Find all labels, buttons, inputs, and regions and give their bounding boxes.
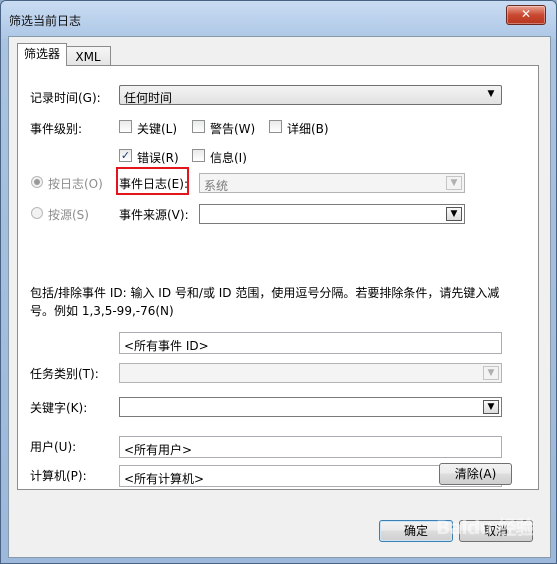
error-highlight-box bbox=[116, 167, 189, 195]
event-logs-value: 系统 bbox=[204, 179, 229, 193]
by-source-label: 按源(S) bbox=[48, 208, 89, 222]
tab-filter[interactable]: 筛选器 bbox=[17, 43, 67, 66]
by-source-radio[interactable] bbox=[31, 207, 43, 219]
computer-value: <所有计算机> bbox=[124, 472, 205, 486]
chevron-down-icon: ▼ bbox=[487, 89, 495, 99]
keywords-select[interactable]: ▼ bbox=[119, 397, 502, 417]
user-value: <所有用户> bbox=[124, 443, 193, 457]
verbose-checkbox[interactable] bbox=[269, 120, 282, 133]
filter-panel: 记录时间(G): 任何时间 ▼ 事件级别: 关键(L) 警告(W) 详细(B) … bbox=[17, 65, 539, 490]
verbose-label: 详细(B) bbox=[287, 122, 329, 136]
user-label: 用户(U): bbox=[30, 440, 77, 454]
information-checkbox[interactable] bbox=[192, 149, 205, 162]
logged-label: 记录时间(G): bbox=[30, 91, 101, 105]
event-id-description: 包括/排除事件 ID: 输入 ID 号和/或 ID 范围，使用逗号分隔。若要排除… bbox=[30, 286, 500, 318]
logged-value: 任何时间 bbox=[124, 91, 173, 105]
dialog-client-area: 筛选器 XML 记录时间(G): 任何时间 ▼ 事件级别: 关键(L) 警告(W… bbox=[8, 36, 551, 558]
event-sources-label: 事件来源(V): bbox=[119, 208, 189, 222]
checkmark-icon: ✓ bbox=[120, 149, 131, 162]
title-bar[interactable]: 筛选当前日志 ✕ bbox=[1, 1, 556, 39]
event-level-label: 事件级别: bbox=[30, 122, 83, 136]
window-title: 筛选当前日志 bbox=[9, 14, 82, 28]
chevron-down-icon: ▼ bbox=[483, 366, 499, 380]
by-log-radio[interactable] bbox=[31, 176, 43, 188]
event-sources-select[interactable]: ▼ bbox=[199, 204, 465, 224]
close-icon: ✕ bbox=[520, 7, 532, 21]
event-logs-select[interactable]: 系统 ▼ bbox=[199, 173, 465, 193]
event-ids-input[interactable]: <所有事件 ID> bbox=[119, 332, 502, 354]
logged-select[interactable]: 任何时间 ▼ bbox=[119, 85, 502, 105]
keywords-label: 关键字(K): bbox=[30, 401, 88, 415]
computer-label: 计算机(P): bbox=[30, 469, 87, 483]
clear-button[interactable]: 清除(A) bbox=[439, 463, 512, 485]
filter-dialog: 筛选当前日志 ✕ 筛选器 XML 记录时间(G): 任何时间 ▼ 事件级别: 关… bbox=[0, 0, 557, 564]
event-ids-value: <所有事件 ID> bbox=[124, 339, 209, 353]
critical-label: 关键(L) bbox=[137, 122, 178, 136]
by-log-label: 按日志(O) bbox=[48, 177, 103, 191]
information-label: 信息(I) bbox=[210, 151, 247, 165]
task-category-select[interactable]: ▼ bbox=[119, 363, 502, 383]
close-button[interactable]: ✕ bbox=[506, 5, 546, 25]
chevron-down-icon: ▼ bbox=[483, 400, 499, 414]
warning-label: 警告(W) bbox=[210, 122, 256, 136]
tab-xml[interactable]: XML bbox=[65, 46, 111, 67]
error-checkbox[interactable]: ✓ bbox=[119, 149, 132, 162]
error-label: 错误(R) bbox=[137, 151, 179, 165]
warning-checkbox[interactable] bbox=[192, 120, 205, 133]
chevron-down-icon: ▼ bbox=[446, 176, 462, 190]
user-input[interactable]: <所有用户> bbox=[119, 436, 502, 458]
watermark-logo: Baidu 经验 bbox=[436, 517, 535, 539]
critical-checkbox[interactable] bbox=[119, 120, 132, 133]
task-category-label: 任务类别(T): bbox=[30, 367, 99, 381]
chevron-down-icon: ▼ bbox=[446, 207, 462, 221]
